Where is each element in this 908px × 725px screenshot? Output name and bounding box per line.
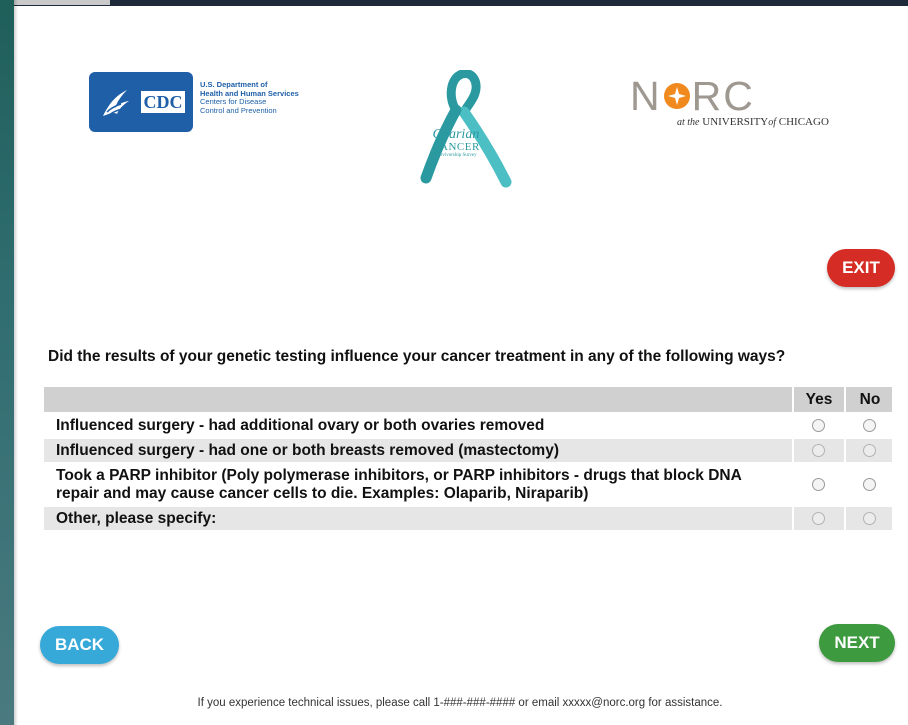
no-cell [844,507,894,530]
response-grid: Yes No Influenced surgery - had addition… [44,387,892,530]
yes-radio[interactable] [812,443,825,457]
yes-cell [792,464,844,505]
yes-cell [792,414,844,437]
row-label: Other, please specify: [56,510,217,527]
no-cell [844,414,894,437]
yes-cell [792,439,844,462]
no-radio[interactable] [863,443,876,457]
no-radio[interactable] [863,477,876,491]
hhs-eagle-icon [103,90,129,116]
yes-radio[interactable] [812,511,825,525]
yes-cell [792,507,844,530]
norc-sub-end: CHICAGO [778,116,829,128]
grid-row: Influenced surgery - had additional ovar… [44,412,892,437]
next-button[interactable]: NEXT [819,624,895,662]
footer-help-text: If you experience technical issues, plea… [0,697,908,709]
grid-row: Took a PARP inhibitor (Poly polymerase i… [44,462,892,505]
left-window-edge [0,0,18,725]
yes-radio[interactable] [812,418,825,432]
no-cell [844,439,894,462]
norc-logo: N RC at the UNIVERSITYof CHICAGO [630,74,850,134]
footer-text: If you experience technical issues, plea… [197,697,723,709]
exit-button[interactable]: EXIT [827,249,895,287]
column-header-yes: Yes [792,387,844,412]
norc-sub-prefix: at the [677,117,700,128]
back-button[interactable]: BACK [40,626,119,664]
cdc-logo: CDC U.S. Department of Health and Human … [89,72,319,132]
grid-row: Other, please specify: [44,505,892,530]
no-radio[interactable] [863,511,876,525]
grid-row: Influenced surgery - had one or both bre… [44,437,892,462]
ribbon-text-ovarian: Ovarian [432,127,480,142]
window-top-bar [0,0,908,6]
column-header-no: No [844,387,894,412]
norc-sub-of: of [768,117,777,128]
no-radio[interactable] [863,418,876,432]
no-cell [844,464,894,505]
ovarian-cancer-ribbon-logo: Ovarian CANCER Survivorship Survey [418,70,514,190]
grid-header: Yes No [44,387,892,412]
yes-radio[interactable] [812,477,825,491]
row-label: Influenced surgery - had one or both bre… [56,442,560,459]
ribbon-text-survey: Survivorship Survey [435,153,477,158]
ribbon-text-cancer: CANCER [432,141,480,153]
cdc-badge: CDC [89,72,193,132]
norc-sub-main: UNIVERSITY [702,116,769,128]
row-label: Took a PARP inhibitor (Poly polymerase i… [56,467,742,502]
norc-subtitle: at the UNIVERSITYof CHICAGO [677,116,829,128]
question-text: Did the results of your genetic testing … [48,348,786,365]
row-label: Influenced surgery - had additional ovar… [56,417,545,434]
ribbon-text: Ovarian CANCER Survivorship Survey [426,128,486,159]
cdc-line-4: Control and Prevention [200,105,277,115]
norc-wordmark: N RC [630,73,755,119]
norc-o-star-icon [663,83,690,110]
cdc-agency-text: U.S. Department of Health and Human Serv… [200,80,330,115]
cdc-wordmark: CDC [141,91,185,113]
